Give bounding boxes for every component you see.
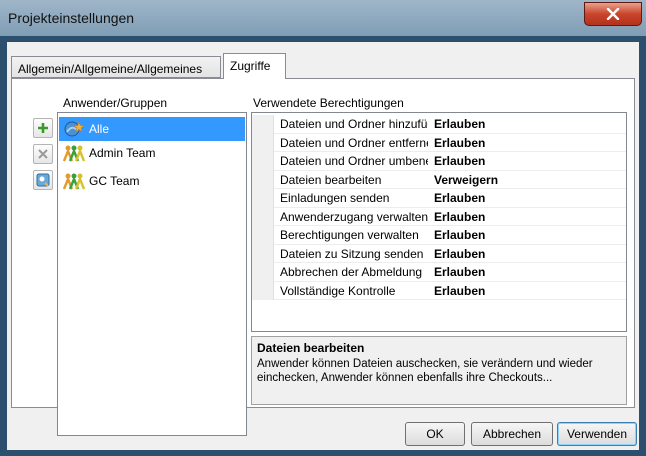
row-header <box>252 244 274 263</box>
dialog-client-area: Allgemein/Allgemeine/Allgemeines Zugriff… <box>7 42 639 450</box>
list-item-gc-team[interactable]: GC Team <box>59 169 245 193</box>
row-header <box>252 263 274 282</box>
permission-value[interactable]: Erlauben <box>434 284 485 298</box>
list-item-label: Admin Team <box>89 146 156 160</box>
edit-users-icon <box>36 173 50 187</box>
permission-value[interactable]: Erlauben <box>434 265 485 279</box>
dialog-window: Projekteinstellungen Allgemein/Allgemein… <box>0 0 646 456</box>
permissions-header: Verwendete Berechtigungen <box>253 96 404 110</box>
permission-name: Abbrechen der Abmeldung <box>280 265 423 279</box>
tab-access[interactable]: Zugriffe <box>223 53 286 79</box>
permission-row[interactable]: Dateien und Ordner umbenennen Erlauben <box>252 152 626 171</box>
add-user-button[interactable] <box>33 118 53 138</box>
tab-access-label: Zugriffe <box>230 59 271 73</box>
row-header <box>252 281 274 300</box>
permission-name: Dateien und Ordner entfernen <box>280 135 428 150</box>
row-header <box>252 207 274 226</box>
row-header <box>252 189 274 208</box>
permission-value[interactable]: Erlauben <box>434 136 485 150</box>
cancel-button[interactable]: Abbrechen <box>471 422 553 446</box>
permission-row[interactable]: Einladungen senden Erlauben <box>252 189 626 208</box>
permission-value[interactable]: Erlauben <box>434 247 485 261</box>
description-text: Anwender können Dateien auschecken, sie … <box>257 358 593 384</box>
title-bar[interactable]: Projekteinstellungen <box>0 0 646 36</box>
permissions-grid[interactable]: Dateien und Ordner hinzufügen Erlauben D… <box>251 112 627 332</box>
permission-description-panel: Dateien bearbeiten Anwender können Datei… <box>251 336 627 405</box>
permission-name: Vollständige Kontrolle <box>280 283 396 298</box>
permission-value[interactable]: Erlauben <box>434 210 485 224</box>
list-item-label: GC Team <box>89 174 140 188</box>
users-header: Anwender/Gruppen <box>63 96 168 110</box>
close-icon <box>606 8 620 20</box>
permission-row[interactable]: Anwenderzugang verwalten Erlauben <box>252 207 626 226</box>
list-item-all[interactable]: Alle <box>59 117 245 141</box>
permission-name: Einladungen senden <box>280 191 390 205</box>
tab-general[interactable]: Allgemein/Allgemeine/Allgemeines <box>11 56 221 78</box>
row-header <box>252 115 274 134</box>
row-header <box>252 133 274 152</box>
permission-name: Berechtigungen verwalten <box>280 228 419 242</box>
row-header <box>252 170 274 189</box>
permission-row[interactable]: Abbrechen der Abmeldung Erlauben <box>252 263 626 282</box>
remove-icon <box>38 149 48 159</box>
permission-value[interactable]: Erlauben <box>434 191 485 205</box>
permission-row[interactable]: Dateien und Ordner entfernen Erlauben <box>252 133 626 152</box>
permission-row[interactable]: Dateien und Ordner hinzufügen Erlauben <box>252 115 626 134</box>
description-title: Dateien bearbeiten <box>257 341 365 355</box>
permission-row[interactable]: Dateien bearbeiten Verweigern <box>252 170 626 189</box>
row-header <box>252 152 274 171</box>
close-button[interactable] <box>584 2 642 26</box>
permission-name: Dateien und Ordner hinzufügen <box>280 117 428 131</box>
ok-button[interactable]: OK <box>405 422 465 446</box>
tab-general-label: Allgemein/Allgemeine/Allgemeines <box>18 62 203 76</box>
users-list[interactable]: Alle Admin Team GC Team <box>57 112 247 436</box>
permission-row[interactable]: Dateien zu Sitzung senden Erlauben <box>252 244 626 263</box>
row-divider <box>274 299 626 300</box>
list-item-admin-team[interactable]: Admin Team <box>59 141 245 165</box>
list-item-label: Alle <box>89 122 110 136</box>
permission-value[interactable]: Erlauben <box>434 154 485 168</box>
apply-button[interactable]: Verwenden <box>557 422 637 446</box>
permission-value[interactable]: Erlauben <box>434 117 485 131</box>
permission-row[interactable]: Berechtigungen verwalten Erlauben <box>252 226 626 245</box>
add-icon <box>38 123 48 133</box>
row-header <box>252 226 274 245</box>
remove-user-button[interactable] <box>33 144 53 164</box>
permission-name: Dateien zu Sitzung senden <box>280 246 424 261</box>
permission-value[interactable]: Verweigern <box>434 173 498 187</box>
permission-value[interactable]: Erlauben <box>434 228 485 242</box>
team-icon <box>63 172 85 190</box>
user-group-star-icon <box>63 120 85 138</box>
permission-row[interactable]: Vollständige Kontrolle Erlauben <box>252 281 626 300</box>
team-icon <box>63 144 85 162</box>
window-title: Projekteinstellungen <box>8 10 135 26</box>
permission-name: Dateien und Ordner umbenennen <box>280 154 428 168</box>
permission-name: Dateien bearbeiten <box>280 172 382 187</box>
permission-name: Anwenderzugang verwalten <box>280 209 428 224</box>
edit-users-button[interactable] <box>33 170 53 190</box>
